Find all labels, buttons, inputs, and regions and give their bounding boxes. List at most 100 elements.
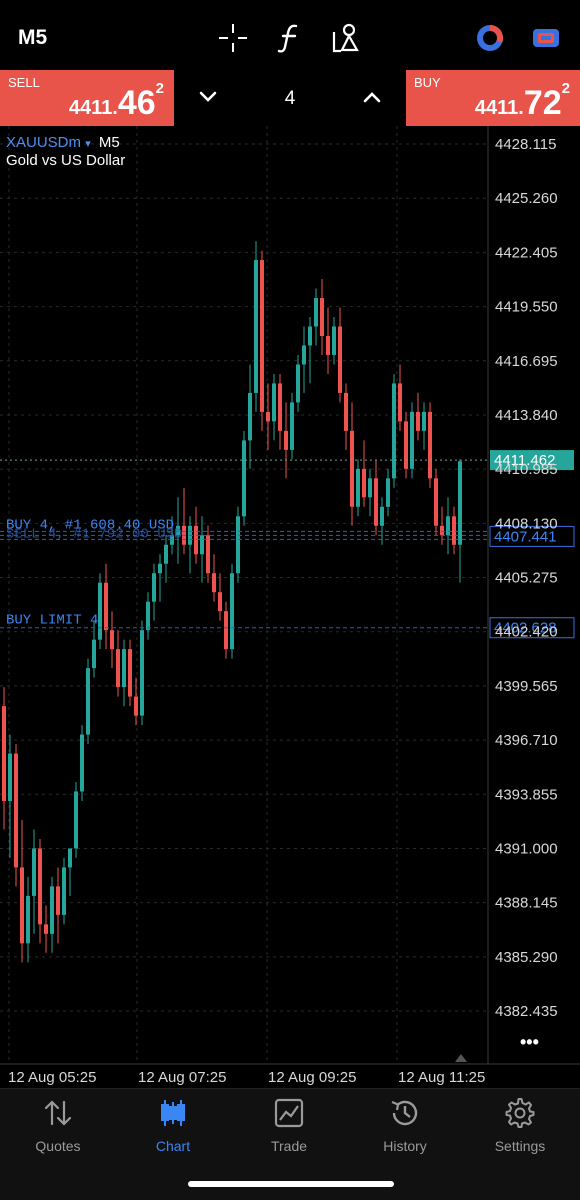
candle-body bbox=[248, 392, 252, 441]
candle-body bbox=[416, 411, 420, 431]
timeframe-button[interactable]: M5 bbox=[18, 26, 47, 50]
candle-body bbox=[62, 867, 66, 915]
more-options-icon: ••• bbox=[520, 1032, 539, 1052]
candle-body bbox=[302, 345, 306, 365]
candle-body bbox=[392, 383, 396, 479]
nav-history[interactable]: History bbox=[355, 1096, 455, 1154]
nav-quotes[interactable]: Quotes bbox=[8, 1096, 108, 1154]
candle-body bbox=[398, 383, 402, 422]
price-tick-label: 4419.550 bbox=[495, 299, 558, 316]
candle-body bbox=[110, 630, 114, 650]
candle-body bbox=[242, 440, 246, 517]
candle-body bbox=[218, 592, 222, 612]
price-tick-label: 4408.130 bbox=[495, 515, 558, 532]
candle-body bbox=[2, 706, 6, 801]
candle-body bbox=[236, 516, 240, 574]
buy-label: BUY bbox=[414, 75, 441, 90]
nav-settings[interactable]: Settings bbox=[470, 1096, 570, 1154]
candle-body bbox=[164, 544, 168, 564]
candle-body bbox=[140, 630, 144, 716]
candle-body bbox=[134, 696, 138, 716]
settings-gear-icon bbox=[505, 1098, 535, 1128]
candle-body bbox=[278, 383, 282, 431]
candle-body bbox=[68, 848, 72, 868]
candle-body bbox=[86, 668, 90, 735]
price-tick-label: 4410.985 bbox=[495, 461, 558, 478]
price-chart[interactable]: 4411.4624407.441BUY 4, #1 608.40 USDSELL… bbox=[0, 126, 580, 1086]
symbol-info[interactable]: XAUUSDm ▾ M5 bbox=[6, 134, 120, 151]
candle-body bbox=[104, 582, 108, 631]
candle-body bbox=[224, 611, 228, 650]
candle-body bbox=[440, 525, 444, 536]
nav-quotes-label: Quotes bbox=[35, 1138, 81, 1154]
candle-body bbox=[146, 601, 150, 631]
candle-body bbox=[344, 392, 348, 431]
candle-body bbox=[290, 402, 294, 450]
symbol-name[interactable]: XAUUSDm bbox=[6, 134, 81, 151]
switch-icon[interactable] bbox=[530, 22, 562, 54]
price-tick-label: 4391.000 bbox=[495, 840, 558, 857]
symbol-description: Gold vs US Dollar bbox=[6, 152, 126, 169]
sell-button[interactable]: SELL 4411.462 bbox=[0, 70, 174, 126]
candle-body bbox=[50, 886, 54, 934]
chart-shift-marker-icon bbox=[455, 1054, 467, 1062]
buy-button[interactable]: BUY 4411.722 bbox=[406, 70, 580, 126]
time-tick-label: 12 Aug 05:25 bbox=[8, 1069, 96, 1086]
price-tick-label: 4382.435 bbox=[495, 1003, 558, 1020]
price-tick-label: 4416.695 bbox=[495, 353, 558, 370]
price-tick-label: 4422.405 bbox=[495, 244, 558, 261]
price-tick-label: 4428.115 bbox=[495, 136, 556, 153]
candle-body bbox=[212, 573, 216, 593]
nav-chart-label: Chart bbox=[155, 1138, 191, 1154]
candle-body bbox=[116, 649, 120, 688]
candle-body bbox=[8, 753, 12, 801]
candle-body bbox=[266, 411, 270, 422]
chevron-down-icon[interactable] bbox=[195, 84, 221, 110]
candle-body bbox=[74, 791, 78, 849]
candle-body bbox=[272, 383, 276, 422]
chevron-up-icon[interactable] bbox=[359, 84, 385, 110]
candle-body bbox=[254, 260, 258, 393]
candle-body bbox=[206, 535, 210, 574]
quotes-icon bbox=[44, 1100, 72, 1126]
home-indicator bbox=[188, 1181, 394, 1187]
candle-body bbox=[92, 639, 96, 669]
candle-body bbox=[368, 478, 372, 498]
candle-body bbox=[458, 461, 462, 545]
candle-body bbox=[380, 506, 384, 526]
history-icon bbox=[391, 1100, 418, 1126]
candle-body bbox=[284, 430, 288, 450]
crosshair-icon[interactable] bbox=[217, 22, 249, 54]
price-tick-label: 4425.260 bbox=[495, 190, 558, 207]
candle-body bbox=[260, 260, 264, 412]
nav-trade[interactable]: Trade bbox=[239, 1096, 339, 1154]
price-tick-label: 4413.840 bbox=[495, 407, 558, 424]
function-icon[interactable] bbox=[274, 22, 306, 54]
price-tick-label: 4405.275 bbox=[495, 570, 558, 587]
candle-body bbox=[386, 478, 390, 507]
candle-body bbox=[80, 734, 84, 792]
candle-body bbox=[404, 421, 408, 469]
time-tick-label: 12 Aug 07:25 bbox=[138, 1069, 226, 1086]
candle-body bbox=[56, 886, 60, 915]
volume-field[interactable]: 4 bbox=[270, 88, 310, 110]
candle-body bbox=[314, 298, 318, 327]
candle-body bbox=[230, 573, 234, 650]
candle-body bbox=[422, 411, 426, 431]
price-tick-label: 4385.290 bbox=[495, 949, 558, 966]
buy-limit-label: BUY LIMIT 4 bbox=[6, 613, 98, 629]
candle-body bbox=[308, 326, 312, 346]
objects-icon[interactable] bbox=[331, 22, 363, 54]
candle-body bbox=[14, 753, 18, 868]
candle-body bbox=[20, 867, 24, 944]
candle-body bbox=[374, 478, 378, 526]
candle-body bbox=[362, 468, 366, 498]
candle-body bbox=[338, 326, 342, 393]
nav-chart[interactable]: Chart bbox=[123, 1096, 223, 1154]
price-tick-label: 4399.565 bbox=[495, 678, 558, 695]
candle-body bbox=[446, 516, 450, 536]
account-icon[interactable] bbox=[474, 22, 506, 54]
candle-body bbox=[158, 563, 162, 574]
symbol-dropdown-icon[interactable]: ▾ bbox=[85, 138, 91, 150]
candle-body bbox=[326, 335, 330, 355]
